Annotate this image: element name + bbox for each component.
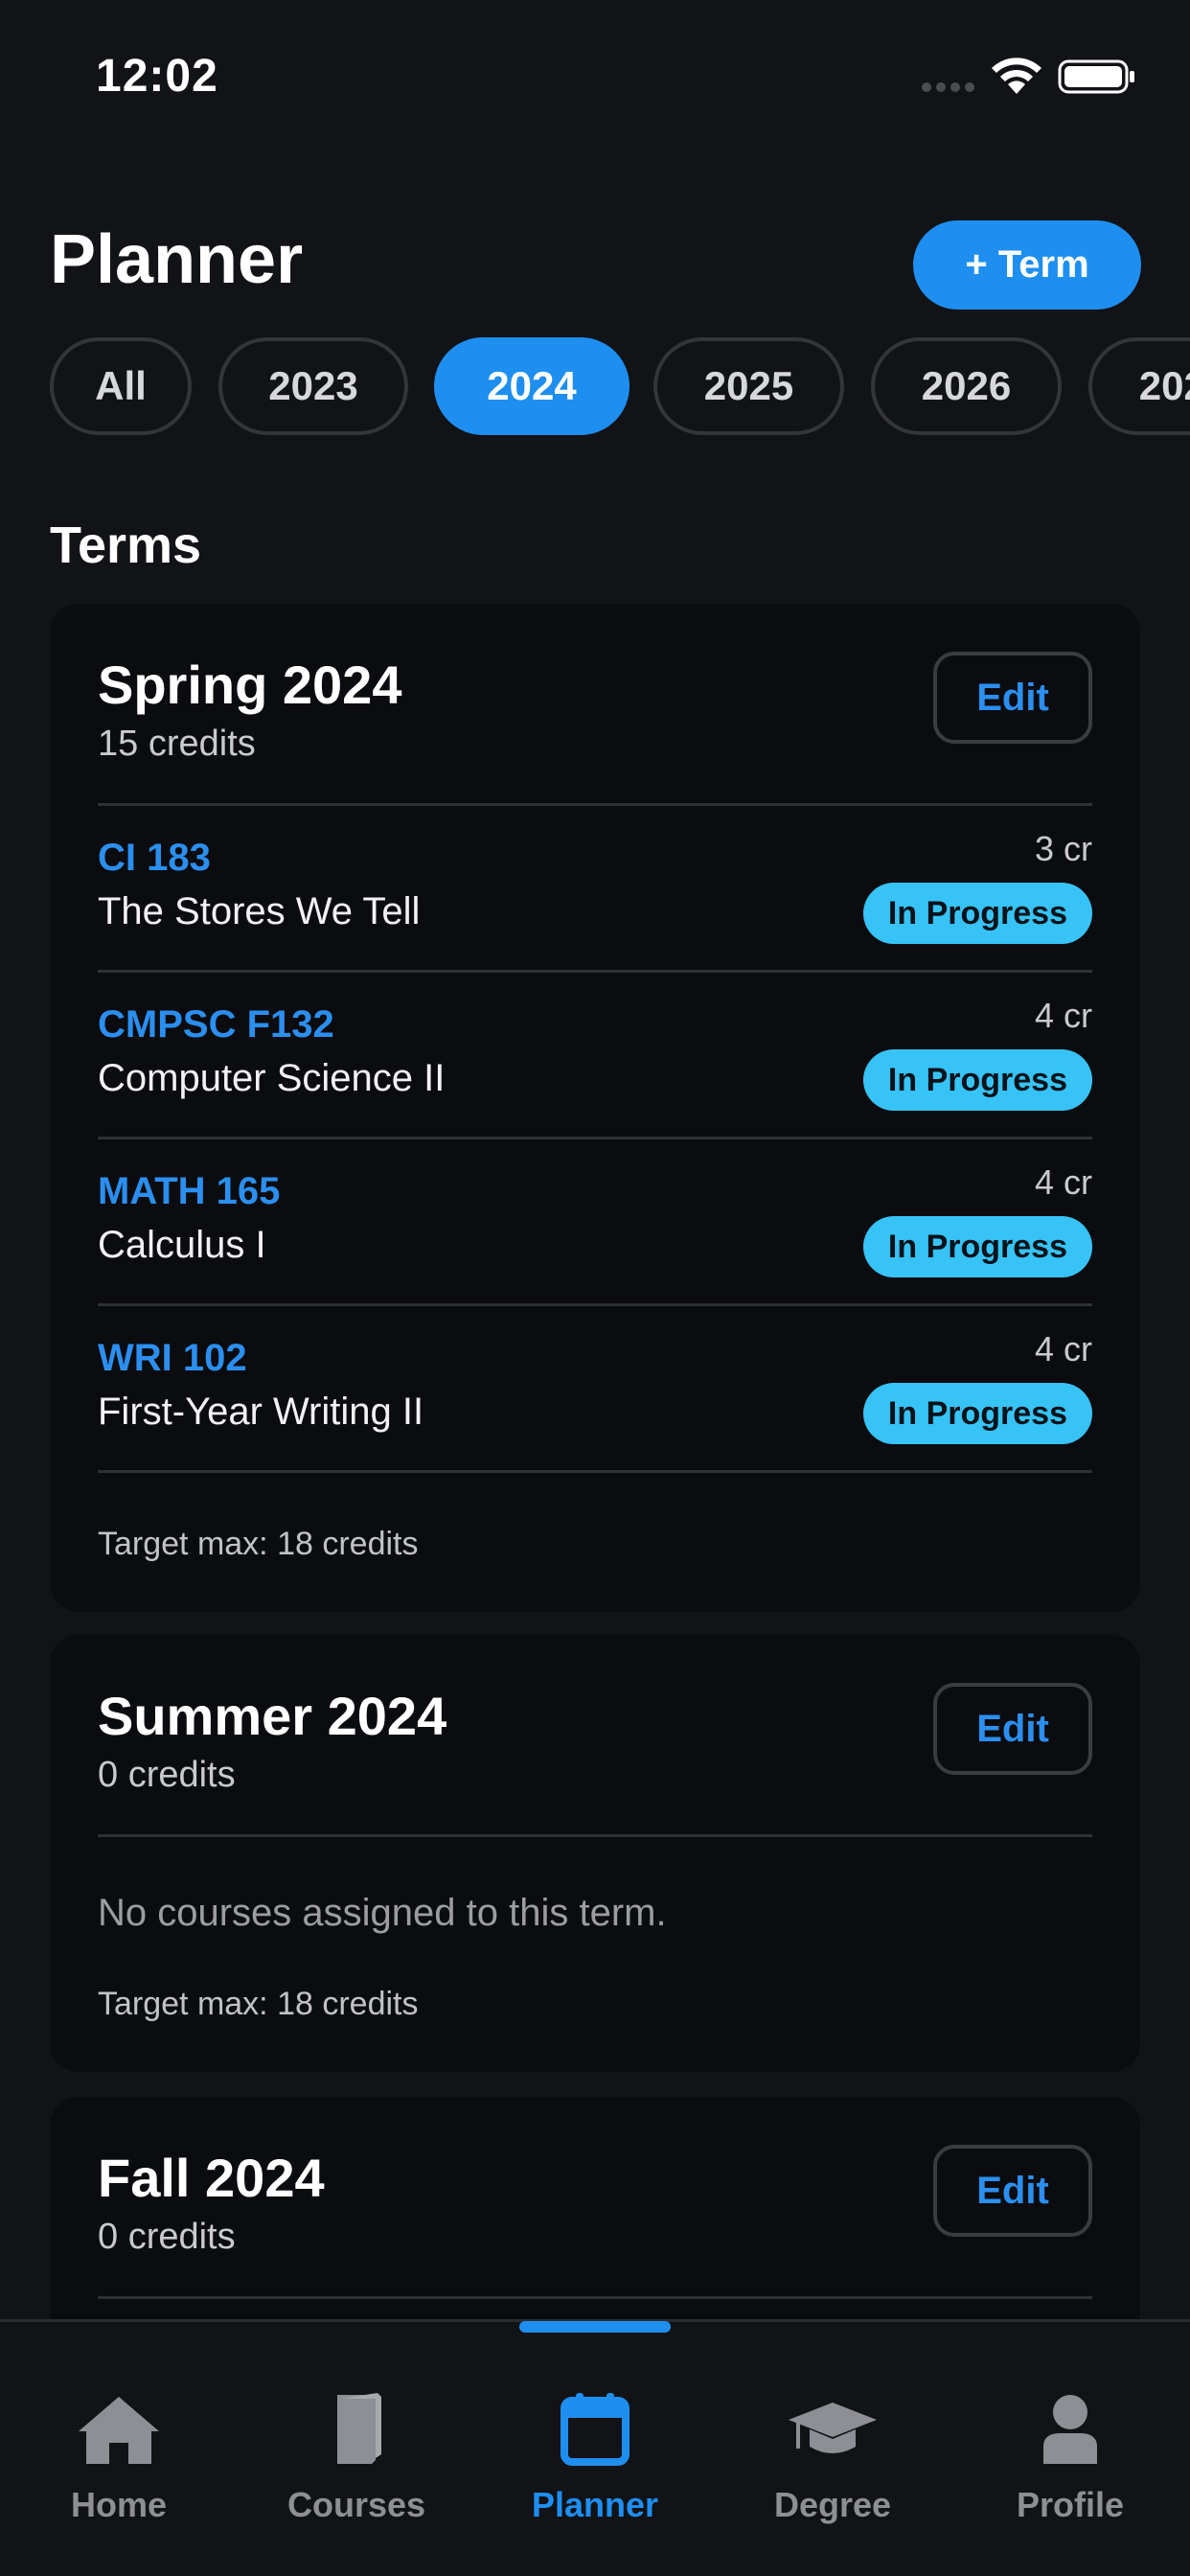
- tab-bar: Home Courses Planner Degree Profile: [0, 2319, 1190, 2576]
- cellular-signal-icon: [922, 82, 975, 92]
- term-credits: 15 credits: [98, 724, 256, 764]
- status-badge: In Progress: [862, 883, 1092, 944]
- edit-term-button[interactable]: Edit: [933, 2145, 1092, 2237]
- filter-chip-2027[interactable]: 2027: [1088, 337, 1190, 435]
- term-card: Fall 2024 0 credits Edit: [50, 2097, 1140, 2346]
- tab-label: Home: [70, 2485, 168, 2524]
- divider: [98, 1834, 1092, 1837]
- calendar-icon: [561, 2393, 629, 2466]
- tab-courses[interactable]: Courses: [238, 2370, 475, 2524]
- target-max-credits: Target max: 18 credits: [98, 1526, 419, 1562]
- book-icon: [337, 2393, 381, 2464]
- course-code: MATH 165: [98, 1170, 281, 1212]
- person-icon: [1043, 2395, 1097, 2464]
- tab-label: Degree: [773, 2485, 892, 2524]
- target-max-credits: Target max: 18 credits: [98, 1986, 419, 2022]
- term-name: Spring 2024: [98, 655, 402, 715]
- term-card: Summer 2024 0 credits Edit No courses as…: [50, 1635, 1140, 2072]
- course-row[interactable]: MATH 165 Calculus I 4 cr In Progress: [98, 1139, 1092, 1306]
- course-title: The Stores We Tell: [98, 890, 421, 932]
- course-row[interactable]: CMPSC F132 Computer Science II 4 cr In P…: [98, 973, 1092, 1139]
- course-credits: 3 cr: [1034, 829, 1092, 868]
- home-icon: [79, 2397, 159, 2464]
- section-title: Terms: [50, 517, 202, 574]
- term-credits: 0 credits: [98, 2217, 236, 2257]
- filter-chip-all[interactable]: All: [50, 337, 192, 435]
- graduation-cap-icon: [789, 2403, 877, 2453]
- course-credits: 4 cr: [1034, 1162, 1092, 1202]
- divider: [98, 1470, 1092, 1473]
- battery-icon: [1058, 59, 1134, 94]
- page-title: Planner: [50, 221, 304, 298]
- empty-term-message: No courses assigned to this term.: [98, 1892, 667, 1934]
- edit-term-button[interactable]: Edit: [933, 1683, 1092, 1775]
- filter-chip-2025[interactable]: 2025: [653, 337, 844, 435]
- filter-chip-2026[interactable]: 2026: [871, 337, 1062, 435]
- status-badge: In Progress: [862, 1216, 1092, 1277]
- term-card: Spring 2024 15 credits Edit CI 183 The S…: [50, 604, 1140, 1612]
- active-tab-indicator: [519, 2321, 671, 2333]
- tab-label: Courses: [286, 2485, 426, 2524]
- divider: [98, 2296, 1092, 2299]
- course-row[interactable]: WRI 102 First-Year Writing II 4 cr In Pr…: [98, 1306, 1092, 1473]
- course-credits: 4 cr: [1034, 996, 1092, 1035]
- status-badge: In Progress: [862, 1049, 1092, 1111]
- wifi-icon: [992, 58, 1041, 94]
- tab-profile[interactable]: Profile: [951, 2370, 1189, 2524]
- filter-chip-2024[interactable]: 2024: [434, 337, 629, 435]
- status-time: 12:02: [96, 51, 218, 102]
- filter-chip-2023[interactable]: 2023: [218, 337, 408, 435]
- course-title: Computer Science II: [98, 1057, 446, 1099]
- course-title: First-Year Writing II: [98, 1391, 424, 1433]
- status-bar: 12:02: [0, 0, 1190, 144]
- course-code: CMPSC F132: [98, 1003, 334, 1046]
- tab-home[interactable]: Home: [0, 2370, 238, 2524]
- tab-planner[interactable]: Planner: [476, 2370, 714, 2524]
- course-code: WRI 102: [98, 1337, 247, 1379]
- tab-label: Planner: [531, 2485, 659, 2524]
- course-code: CI 183: [98, 837, 211, 879]
- course-title: Calculus I: [98, 1224, 266, 1266]
- tab-degree[interactable]: Degree: [714, 2370, 951, 2524]
- course-credits: 4 cr: [1034, 1329, 1092, 1368]
- year-filter-bar: All 2023 2024 2025 2026 2027: [50, 337, 1190, 435]
- term-name: Fall 2024: [98, 2148, 325, 2208]
- edit-term-button[interactable]: Edit: [933, 652, 1092, 744]
- course-row[interactable]: CI 183 The Stores We Tell 3 cr In Progre…: [98, 806, 1092, 973]
- term-name: Summer 2024: [98, 1686, 447, 1746]
- term-credits: 0 credits: [98, 1755, 236, 1795]
- add-term-button[interactable]: + Term: [913, 220, 1141, 310]
- status-badge: In Progress: [862, 1383, 1092, 1444]
- tab-label: Profile: [1016, 2485, 1125, 2524]
